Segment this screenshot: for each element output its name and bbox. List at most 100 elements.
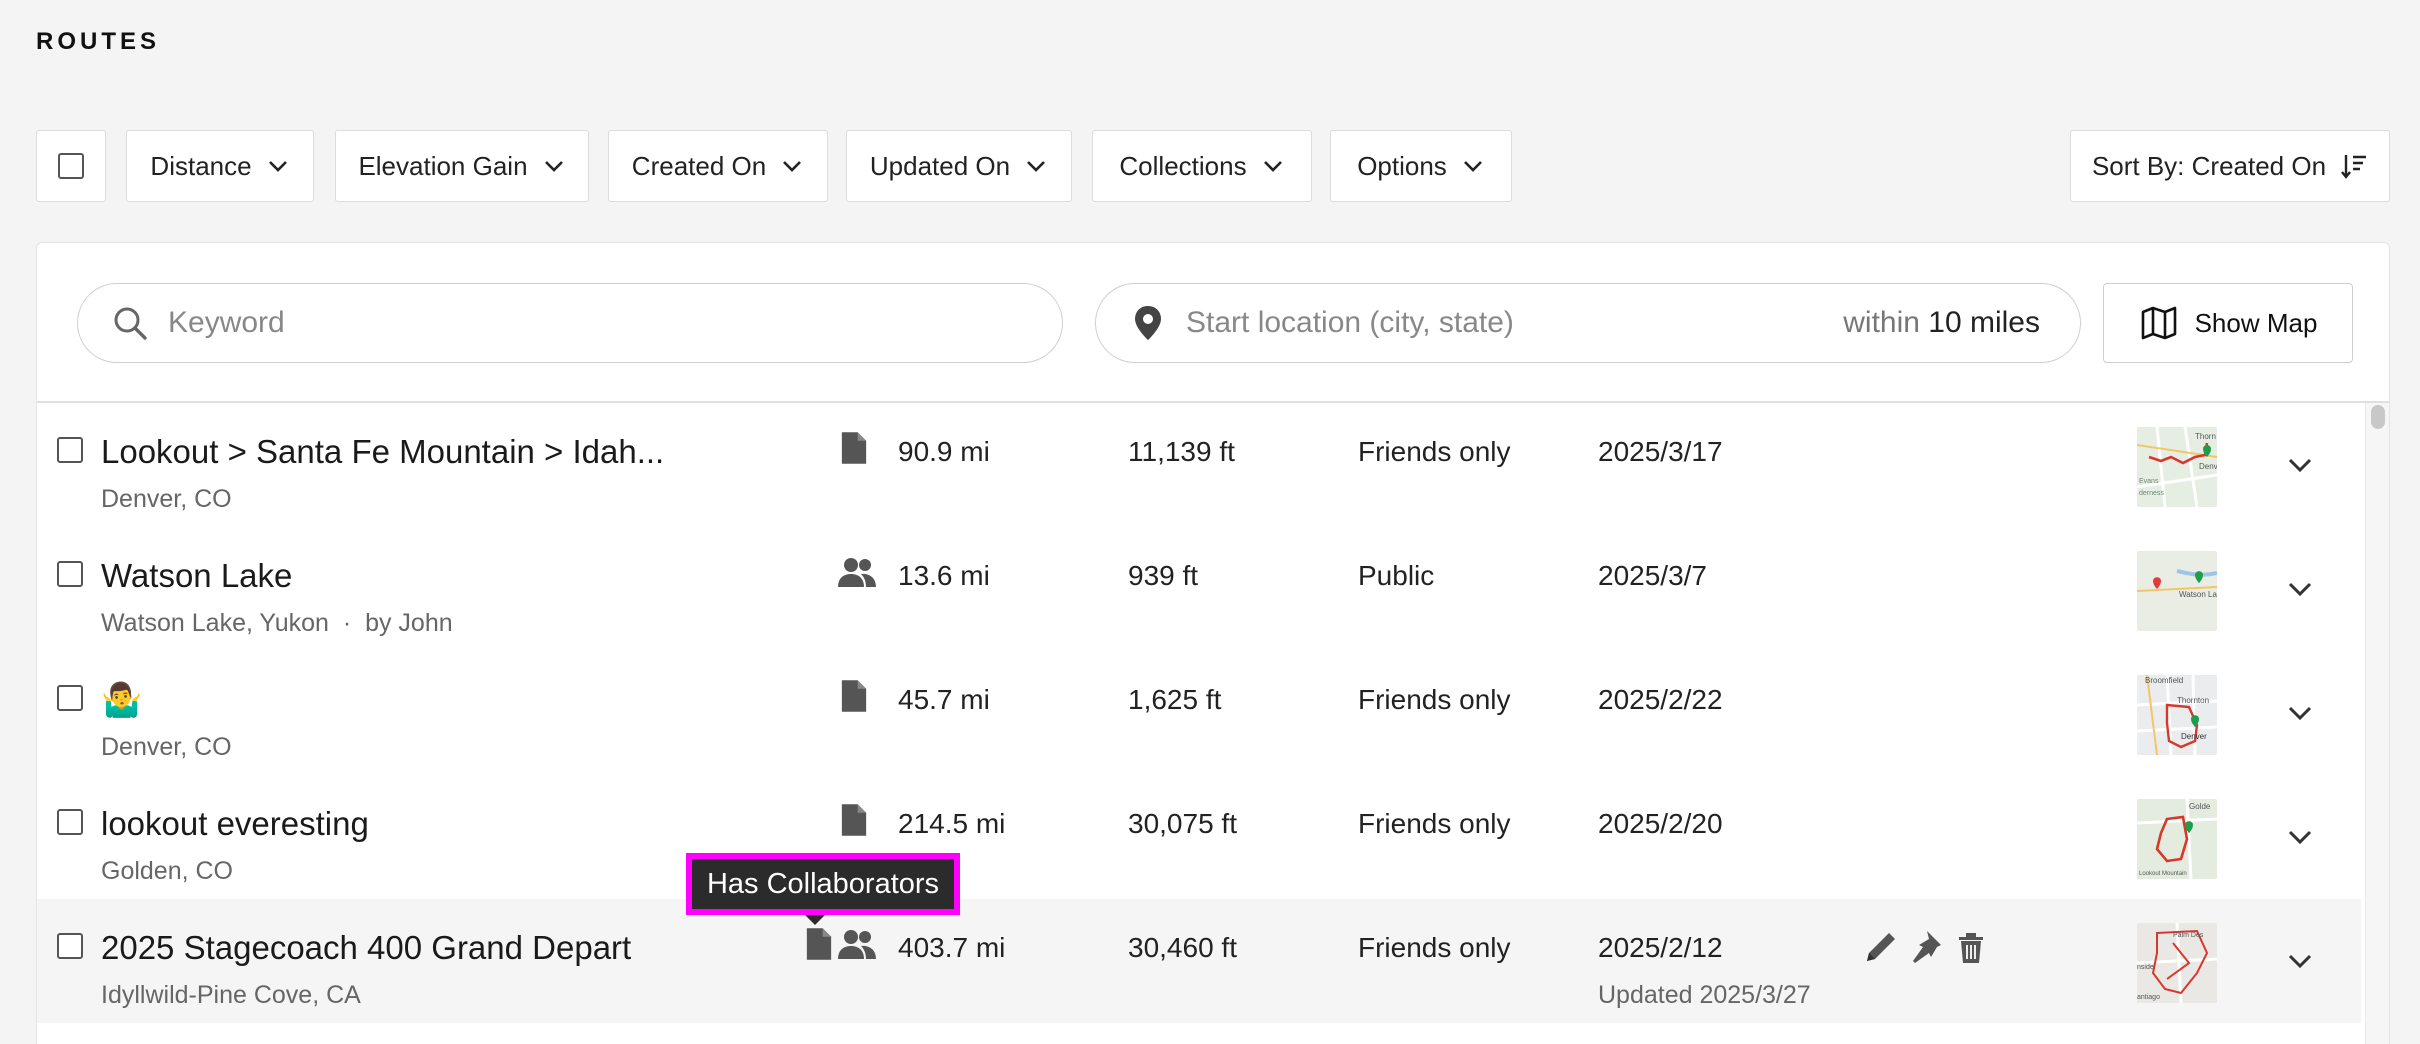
tooltip-highlight: Has Collaborators — [686, 853, 960, 915]
search-area: within 10 miles Show Map — [37, 243, 2389, 403]
keyword-input[interactable] — [168, 306, 1018, 340]
row-checkbox[interactable] — [57, 809, 83, 835]
route-name[interactable]: lookout everesting — [101, 805, 369, 843]
elevation-gain-filter-label: Elevation Gain — [358, 150, 528, 181]
route-name[interactable]: 2025 Stagecoach 400 Grand Depart — [101, 929, 631, 967]
collaborators-icon[interactable] — [837, 927, 877, 963]
location-input[interactable] — [1186, 306, 1786, 340]
document-icon — [841, 680, 867, 712]
route-location-line: Watson Lake, Yukon · by John — [101, 609, 453, 638]
updated-on-filter-label: Updated On — [869, 150, 1011, 181]
distance-filter-label: Distance — [150, 150, 252, 181]
tooltip: Has Collaborators — [692, 859, 954, 909]
select-all-box[interactable] — [58, 153, 84, 179]
list-scrollbar[interactable] — [2365, 403, 2389, 1044]
route-owner: by John — [365, 609, 453, 637]
route-map-thumbnail[interactable]: Golde Lookout Mountain — [2137, 799, 2217, 879]
collections-filter[interactable]: Collections — [1092, 130, 1312, 202]
chevron-down-icon[interactable] — [2280, 941, 2320, 981]
route-privacy: Friends only — [1358, 808, 1511, 839]
trash-icon[interactable] — [1951, 927, 1991, 967]
route-name[interactable]: Watson Lake — [101, 557, 292, 595]
map-label: Denv — [2199, 462, 2217, 471]
show-map-label: Show Map — [2194, 307, 2318, 338]
route-location: Watson Lake, Yukon — [101, 609, 329, 637]
route-created-date: 2025/2/20 — [1598, 808, 1723, 839]
route-map-thumbnail[interactable]: Thorn Denv Evans derness — [2137, 427, 2217, 507]
route-elevation: 30,460 ft — [1128, 932, 1237, 963]
created-on-filter[interactable]: Created On — [608, 130, 828, 202]
within-value: 10 miles — [1928, 306, 2040, 339]
keyword-search[interactable] — [77, 283, 1063, 363]
route-location: Denver, CO — [101, 485, 232, 513]
pin-icon[interactable] — [1905, 927, 1945, 967]
map-label: Thornton — [2177, 696, 2209, 705]
route-distance: 90.9 mi — [898, 436, 990, 467]
select-all-checkbox[interactable] — [36, 130, 106, 202]
chevron-down-icon[interactable] — [2280, 817, 2320, 857]
location-search[interactable]: within 10 miles — [1095, 283, 2081, 363]
route-row[interactable]: 2025 Stagecoach 400 Grand Depart Idyllwi… — [37, 899, 2361, 1023]
map-icon — [2141, 306, 2176, 340]
row-checkbox[interactable] — [57, 933, 83, 959]
route-elevation: 939 ft — [1128, 560, 1199, 591]
row-checkbox[interactable] — [57, 437, 83, 463]
updated-on-filter[interactable]: Updated On — [846, 130, 1072, 202]
route-elevation: 11,139 ft — [1128, 436, 1235, 467]
row-checkbox[interactable] — [57, 561, 83, 587]
route-row[interactable]: Watson Lake Watson Lake, Yukon · by John… — [37, 527, 2361, 651]
routes-panel: within 10 miles Show Map Lookout > Santa… — [36, 242, 2390, 1044]
map-label: Watson Lak — [2179, 590, 2217, 599]
map-label: antiago — [2137, 994, 2160, 1001]
options-filter[interactable]: Options — [1330, 130, 1512, 202]
route-created-date: 2025/3/7 — [1598, 560, 1707, 591]
route-distance: 45.7 mi — [898, 684, 990, 715]
chevron-down-icon[interactable] — [2280, 693, 2320, 733]
route-row[interactable]: 🤷‍♂️ Denver, CO 45.7 mi 1,625 ft Friends… — [37, 651, 2361, 775]
map-label: Broomfield — [2145, 676, 2183, 685]
route-created-date: 2025/3/17 — [1598, 436, 1723, 467]
within-radius[interactable]: within 10 miles — [1843, 306, 2040, 340]
map-label: Golde — [2189, 802, 2211, 811]
map-label: Thorn — [2195, 432, 2216, 441]
chevron-down-icon — [544, 161, 563, 172]
chevron-down-icon — [1463, 161, 1482, 172]
elevation-gain-filter[interactable]: Elevation Gain — [335, 130, 589, 202]
map-label: nside — [2137, 964, 2154, 971]
sort-button[interactable]: Sort By: Created On — [2070, 130, 2390, 202]
distance-filter[interactable]: Distance — [126, 130, 314, 202]
route-distance: 214.5 mi — [898, 808, 1006, 839]
tooltip-arrow — [805, 915, 825, 925]
route-name[interactable]: Lookout > Santa Fe Mountain > Idah... — [101, 433, 664, 471]
search-icon — [114, 307, 147, 340]
route-location: Idyllwild-Pine Cove, CA — [101, 981, 361, 1009]
route-row[interactable]: Lookout > Santa Fe Mountain > Idah... De… — [37, 403, 2361, 527]
route-name[interactable]: 🤷‍♂️ — [101, 681, 142, 720]
within-prefix: within — [1843, 306, 1920, 339]
show-map-button[interactable]: Show Map — [2103, 283, 2353, 363]
route-privacy: Friends only — [1358, 684, 1511, 715]
chevron-down-icon — [1027, 161, 1046, 172]
edit-pencil-icon[interactable] — [1861, 927, 1901, 967]
route-map-thumbnail[interactable]: Watson Lak — [2137, 551, 2217, 631]
route-privacy: Public — [1358, 560, 1435, 591]
route-map-thumbnail[interactable]: Broomfield Thornton Denver — [2137, 675, 2217, 755]
collaborators-icon — [838, 558, 876, 587]
route-privacy: Friends only — [1358, 436, 1511, 467]
map-label: Evans — [2139, 478, 2159, 485]
chevron-down-icon[interactable] — [2280, 445, 2320, 485]
document-icon — [841, 804, 867, 836]
row-checkbox[interactable] — [57, 685, 83, 711]
chevron-down-icon — [1263, 161, 1282, 172]
map-label: Denver — [2181, 732, 2207, 741]
sort-label: Sort By: Created On — [2091, 150, 2327, 181]
chevron-down-icon — [268, 161, 287, 172]
document-icon — [806, 928, 832, 960]
route-elevation: 30,075 ft — [1128, 808, 1237, 839]
chevron-down-icon[interactable] — [2280, 569, 2320, 609]
chevron-down-icon — [783, 161, 802, 172]
route-row[interactable]: lookout everesting Golden, CO 214.5 mi 3… — [37, 775, 2361, 899]
scrollbar-thumb[interactable] — [2371, 405, 2385, 429]
route-map-thumbnail[interactable]: Palm Des nside antiago — [2137, 923, 2217, 1003]
separator-dot: · — [342, 609, 352, 637]
